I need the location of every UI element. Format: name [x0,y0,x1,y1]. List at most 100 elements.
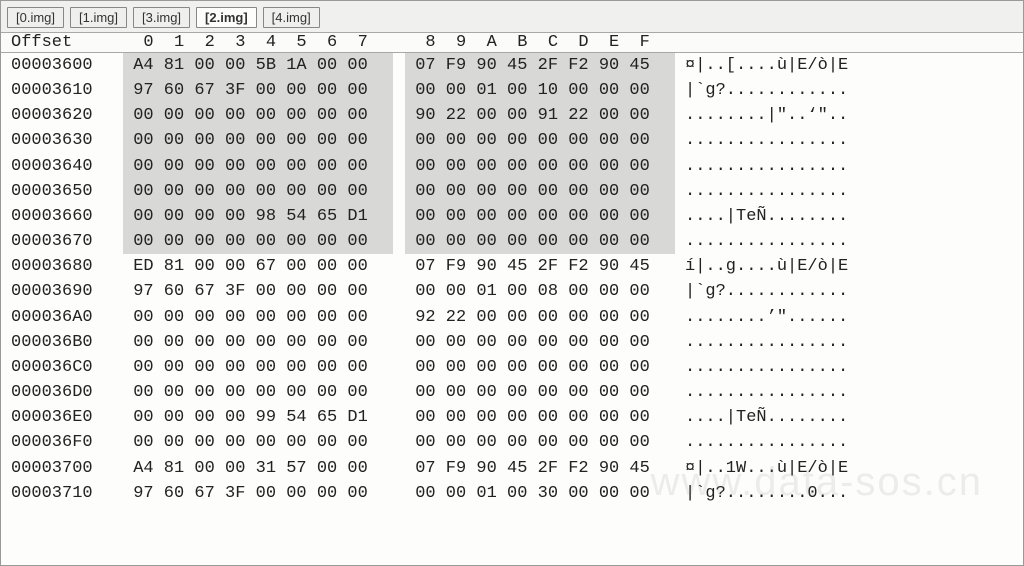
hex-row[interactable]: 00003650 00 00 00 00 00 00 00 00 00 00 0… [1,179,1023,204]
offset-cell: 00003690 [5,279,123,304]
ascii-cell[interactable]: ................ [675,380,1019,405]
hex-bytes-8-f[interactable]: 00 00 00 00 00 00 00 00 [405,154,675,179]
ascii-cell[interactable]: ................ [675,229,1019,254]
offset-cell: 00003630 [5,128,123,153]
tab-3img[interactable]: [3.img] [133,7,190,28]
tab-4img[interactable]: [4.img] [263,7,320,28]
hex-bytes-0-7[interactable]: 97 60 67 3F 00 00 00 00 [123,481,393,506]
hex-bytes-0-7[interactable]: 00 00 00 00 00 00 00 00 [123,179,393,204]
offset-cell: 000036D0 [5,380,123,405]
hex-row[interactable]: 00003700 A4 81 00 00 31 57 00 00 07 F9 9… [1,456,1023,481]
offset-cell: 00003700 [5,456,123,481]
ascii-cell[interactable]: ....|TeÑ........ [675,204,1019,229]
hex-row[interactable]: 000036E0 00 00 00 00 99 54 65 D1 00 00 0… [1,405,1023,430]
hex-row[interactable]: 00003630 00 00 00 00 00 00 00 00 00 00 0… [1,128,1023,153]
offset-cell: 00003650 [5,179,123,204]
offset-cell: 00003710 [5,481,123,506]
hex-bytes-0-7[interactable]: 00 00 00 00 00 00 00 00 [123,305,393,330]
tab-bar: [0.img] [1.img] [3.img] [2.img] [4.img] [1,1,1023,33]
hex-bytes-0-7[interactable]: 00 00 00 00 00 00 00 00 [123,103,393,128]
hex-bytes-8-f[interactable]: 00 00 01 00 10 00 00 00 [405,78,675,103]
hex-bytes-0-7[interactable]: 00 00 00 00 99 54 65 D1 [123,405,393,430]
offset-cell: 000036E0 [5,405,123,430]
hex-bytes-0-7[interactable]: 00 00 00 00 98 54 65 D1 [123,204,393,229]
hex-row[interactable]: 000036C0 00 00 00 00 00 00 00 00 00 00 0… [1,355,1023,380]
hex-row[interactable]: 00003710 97 60 67 3F 00 00 00 00 00 00 0… [1,481,1023,506]
ascii-cell[interactable]: ................ [675,355,1019,380]
hex-bytes-8-f[interactable]: 00 00 01 00 08 00 00 00 [405,279,675,304]
hex-body: 00003600 A4 81 00 00 5B 1A 00 00 07 F9 9… [1,53,1023,506]
ascii-cell[interactable]: |`g?............ [675,279,1019,304]
hex-row[interactable]: 000036F0 00 00 00 00 00 00 00 00 00 00 0… [1,430,1023,455]
offset-cell: 00003670 [5,229,123,254]
hex-bytes-8-f[interactable]: 00 00 00 00 00 00 00 00 [405,405,675,430]
hex-row[interactable]: 000036D0 00 00 00 00 00 00 00 00 00 00 0… [1,380,1023,405]
offset-cell: 00003610 [5,78,123,103]
hex-bytes-0-7[interactable]: 00 00 00 00 00 00 00 00 [123,154,393,179]
ascii-cell[interactable]: ¤|..1W...ù|E/ò|E [675,456,1019,481]
ascii-cell[interactable]: ....|TeÑ........ [675,405,1019,430]
ascii-cell[interactable]: ................ [675,154,1019,179]
hex-bytes-8-f[interactable]: 92 22 00 00 00 00 00 00 [405,305,675,330]
ascii-cell[interactable]: í|..g....ù|E/ò|E [675,254,1019,279]
ascii-cell[interactable]: ................ [675,330,1019,355]
hex-bytes-0-7[interactable]: 00 00 00 00 00 00 00 00 [123,229,393,254]
hex-header-left: 0 1 2 3 4 5 6 7 [123,33,393,52]
offset-cell: 00003640 [5,154,123,179]
offset-header: Offset [5,33,123,52]
hex-bytes-0-7[interactable]: 00 00 00 00 00 00 00 00 [123,128,393,153]
offset-cell: 00003660 [5,204,123,229]
hex-row[interactable]: 000036A0 00 00 00 00 00 00 00 00 92 22 0… [1,305,1023,330]
offset-cell: 00003680 [5,254,123,279]
ascii-cell[interactable]: ................ [675,128,1019,153]
hex-row[interactable]: 000036B0 00 00 00 00 00 00 00 00 00 00 0… [1,330,1023,355]
offset-cell: 000036F0 [5,430,123,455]
hex-row[interactable]: 00003690 97 60 67 3F 00 00 00 00 00 00 0… [1,279,1023,304]
hex-bytes-8-f[interactable]: 07 F9 90 45 2F F2 90 45 [405,456,675,481]
hex-bytes-8-f[interactable]: 00 00 00 00 00 00 00 00 [405,204,675,229]
hex-row[interactable]: 00003620 00 00 00 00 00 00 00 00 90 22 0… [1,103,1023,128]
hex-bytes-0-7[interactable]: 97 60 67 3F 00 00 00 00 [123,78,393,103]
hex-row[interactable]: 00003610 97 60 67 3F 00 00 00 00 00 00 0… [1,78,1023,103]
ascii-cell[interactable]: ................ [675,179,1019,204]
hex-bytes-0-7[interactable]: ED 81 00 00 67 00 00 00 [123,254,393,279]
hex-bytes-8-f[interactable]: 07 F9 90 45 2F F2 90 45 [405,53,675,78]
hex-bytes-0-7[interactable]: 97 60 67 3F 00 00 00 00 [123,279,393,304]
hex-bytes-8-f[interactable]: 07 F9 90 45 2F F2 90 45 [405,254,675,279]
offset-cell: 000036C0 [5,355,123,380]
hex-bytes-0-7[interactable]: A4 81 00 00 31 57 00 00 [123,456,393,481]
hex-row[interactable]: 00003680 ED 81 00 00 67 00 00 00 07 F9 9… [1,254,1023,279]
hex-bytes-8-f[interactable]: 00 00 00 00 00 00 00 00 [405,229,675,254]
hex-bytes-0-7[interactable]: 00 00 00 00 00 00 00 00 [123,380,393,405]
ascii-cell[interactable]: ¤|..[....ù|E/ò|E [675,53,1019,78]
hex-row[interactable]: 00003670 00 00 00 00 00 00 00 00 00 00 0… [1,229,1023,254]
ascii-cell[interactable]: ................ [675,430,1019,455]
ascii-cell[interactable]: ........’"...... [675,305,1019,330]
hex-bytes-8-f[interactable]: 00 00 00 00 00 00 00 00 [405,355,675,380]
ascii-cell[interactable]: ........|"..‘".. [675,103,1019,128]
hex-bytes-8-f[interactable]: 00 00 00 00 00 00 00 00 [405,128,675,153]
hex-bytes-0-7[interactable]: A4 81 00 00 5B 1A 00 00 [123,53,393,78]
tab-1img[interactable]: [1.img] [70,7,127,28]
tab-0img[interactable]: [0.img] [7,7,64,28]
offset-cell: 00003620 [5,103,123,128]
hex-column-header: Offset 0 1 2 3 4 5 6 7 8 9 A B C D E F [1,33,1023,53]
hex-bytes-8-f[interactable]: 00 00 00 00 00 00 00 00 [405,430,675,455]
hex-bytes-8-f[interactable]: 00 00 00 00 00 00 00 00 [405,179,675,204]
hex-bytes-0-7[interactable]: 00 00 00 00 00 00 00 00 [123,430,393,455]
ascii-cell[interactable]: |`g?........0... [675,481,1019,506]
hex-bytes-8-f[interactable]: 00 00 00 00 00 00 00 00 [405,380,675,405]
hex-bytes-8-f[interactable]: 00 00 01 00 30 00 00 00 [405,481,675,506]
hex-row[interactable]: 00003660 00 00 00 00 98 54 65 D1 00 00 0… [1,204,1023,229]
hex-bytes-0-7[interactable]: 00 00 00 00 00 00 00 00 [123,330,393,355]
hex-row[interactable]: 00003640 00 00 00 00 00 00 00 00 00 00 0… [1,154,1023,179]
tab-2img[interactable]: [2.img] [196,7,257,28]
hex-row[interactable]: 00003600 A4 81 00 00 5B 1A 00 00 07 F9 9… [1,53,1023,78]
hex-bytes-8-f[interactable]: 90 22 00 00 91 22 00 00 [405,103,675,128]
hex-header-right: 8 9 A B C D E F [405,33,675,52]
offset-cell: 000036A0 [5,305,123,330]
hex-bytes-0-7[interactable]: 00 00 00 00 00 00 00 00 [123,355,393,380]
offset-cell: 00003600 [5,53,123,78]
ascii-cell[interactable]: |`g?............ [675,78,1019,103]
hex-bytes-8-f[interactable]: 00 00 00 00 00 00 00 00 [405,330,675,355]
